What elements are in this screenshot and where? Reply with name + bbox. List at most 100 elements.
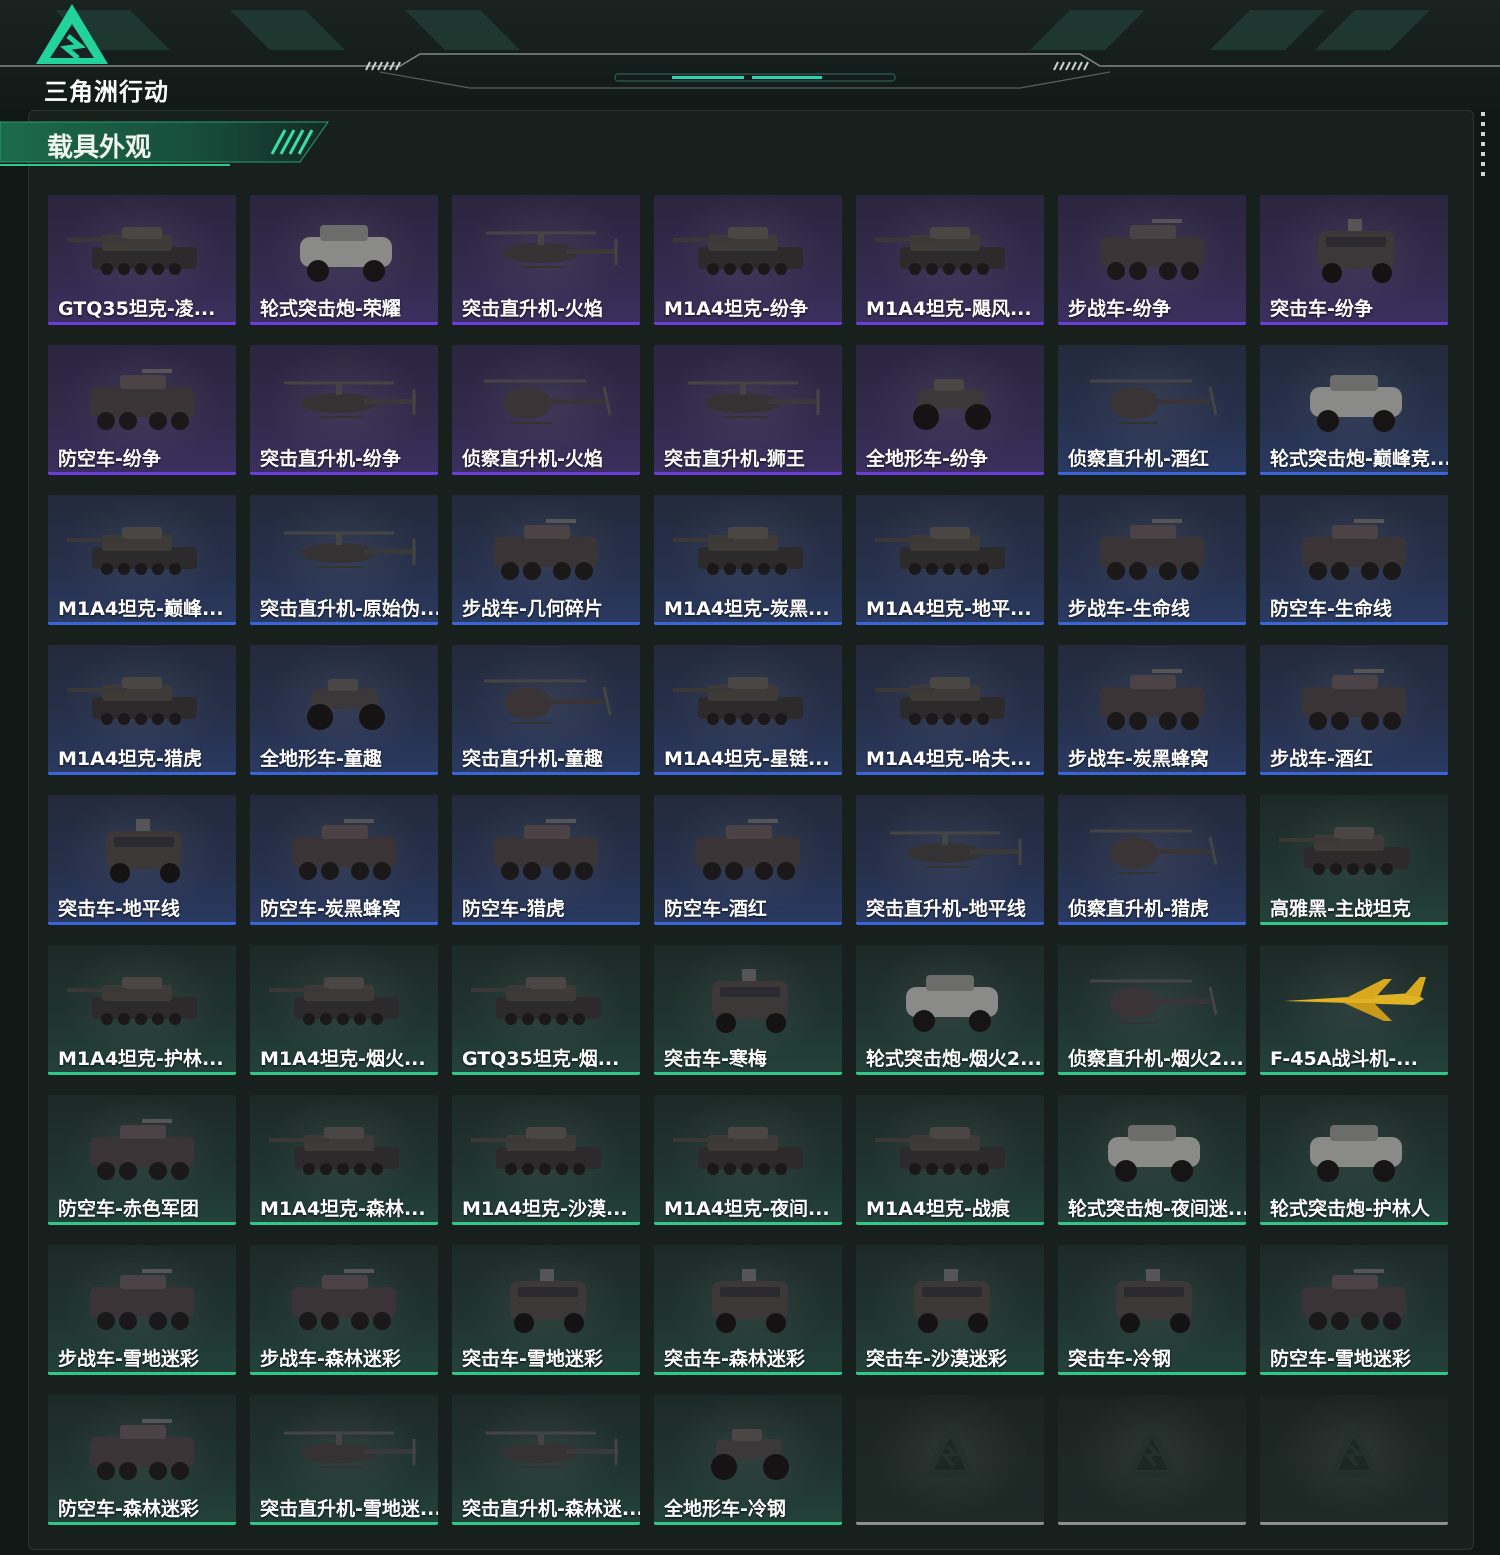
skin-card[interactable]: 防空车-炭黑蜂窝	[250, 795, 438, 925]
skin-name: M1A4坦克-纷争	[664, 298, 808, 320]
ifv-icon	[90, 1269, 194, 1330]
skin-card[interactable]: M1A4坦克-炭黑...	[654, 495, 842, 625]
skin-card[interactable]: 防空车-猎虎	[452, 795, 640, 925]
skin-card[interactable]: F-45A战斗机-...	[1260, 945, 1448, 1075]
skin-card[interactable]: GTQ35坦克-烟...	[452, 945, 640, 1075]
skin-card[interactable]: M1A4坦克-战痕	[856, 1095, 1044, 1225]
skin-card[interactable]: 突击车-地平线	[48, 795, 236, 925]
skin-card[interactable]: GTQ35坦克-凌...	[48, 195, 236, 325]
ifv-icon	[1100, 219, 1204, 280]
skin-card[interactable]: 突击直升机-森林迷...	[452, 1395, 640, 1525]
skin-name: F-45A战斗机-...	[1270, 1048, 1418, 1070]
skin-card[interactable]: 全地形车-童趣	[250, 645, 438, 775]
skin-card[interactable]: M1A4坦克-巅峰...	[48, 495, 236, 625]
ifv-icon	[90, 369, 194, 430]
skin-card[interactable]: 防空车-纷争	[48, 345, 236, 475]
scrollbar[interactable]	[1481, 112, 1485, 182]
skin-card[interactable]: 步战车-雪地迷彩	[48, 1245, 236, 1375]
scout-helicopter-icon	[1090, 379, 1218, 424]
skin-card[interactable]: 侦察直升机-酒红	[1058, 345, 1246, 475]
skin-card[interactable]: 全地形车-纷争	[856, 345, 1044, 475]
skin-card[interactable]: 防空车-森林迷彩	[48, 1395, 236, 1525]
tank-icon	[67, 227, 197, 275]
skin-name: GTQ35坦克-凌...	[58, 298, 216, 320]
ifv-icon	[494, 819, 598, 880]
skin-card[interactable]: M1A4坦克-星链...	[654, 645, 842, 775]
skin-card[interactable]: 全地形车-冷钢	[654, 1395, 842, 1525]
skin-name: 突击车-沙漠迷彩	[866, 1348, 1007, 1370]
skin-card[interactable]: M1A4坦克-护林...	[48, 945, 236, 1075]
skin-card[interactable]: 突击车-沙漠迷彩	[856, 1245, 1044, 1375]
skin-name: M1A4坦克-地平...	[866, 598, 1032, 620]
skin-card[interactable]: 突击车-寒梅	[654, 945, 842, 1075]
atv-icon	[307, 679, 385, 730]
skin-card[interactable]: 突击车-雪地迷彩	[452, 1245, 640, 1375]
skin-card[interactable]: 突击直升机-原始伪...	[250, 495, 438, 625]
armored-car-icon	[1310, 1125, 1402, 1182]
skin-card[interactable]: 步战车-几何碎片	[452, 495, 640, 625]
skin-card[interactable]: 侦察直升机-猎虎	[1058, 795, 1246, 925]
skin-card[interactable]: M1A4坦克-猎虎	[48, 645, 236, 775]
helicopter-icon	[890, 831, 1022, 868]
skin-card[interactable]: 突击直升机-童趣	[452, 645, 640, 775]
skin-card[interactable]: 步战车-炭黑蜂窝	[1058, 645, 1246, 775]
skin-name: 步战车-几何碎片	[462, 598, 603, 620]
skin-name: 防空车-猎虎	[462, 898, 565, 920]
skin-card[interactable]: M1A4坦克-夜间...	[654, 1095, 842, 1225]
skin-card[interactable]: 突击直升机-雪地迷...	[250, 1395, 438, 1525]
tank-icon	[67, 677, 197, 725]
skin-card[interactable]: M1A4坦克-地平...	[856, 495, 1044, 625]
skin-card[interactable]: 防空车-生命线	[1260, 495, 1448, 625]
skin-card[interactable]: 步战车-森林迷彩	[250, 1245, 438, 1375]
skin-card[interactable]: 轮式突击炮-烟火2...	[856, 945, 1044, 1075]
skin-card[interactable]: 防空车-赤色军团	[48, 1095, 236, 1225]
skin-card[interactable]: 步战车-生命线	[1058, 495, 1246, 625]
skin-name: 防空车-酒红	[664, 898, 767, 920]
skin-card[interactable]: M1A4坦克-森林...	[250, 1095, 438, 1225]
assault-car-icon	[106, 819, 182, 883]
skin-card[interactable]: 侦察直升机-烟火2...	[1058, 945, 1246, 1075]
skin-name: 突击车-冷钢	[1068, 1348, 1171, 1370]
skin-card[interactable]: 防空车-酒红	[654, 795, 842, 925]
skin-card[interactable]: 突击直升机-狮王	[654, 345, 842, 475]
skin-card[interactable]: 突击直升机-地平线	[856, 795, 1044, 925]
skin-name: 突击直升机-森林迷...	[462, 1498, 640, 1520]
ifv-icon	[292, 819, 396, 880]
empty-slot-logo-icon	[1124, 1422, 1180, 1478]
skin-name: M1A4坦克-烟火...	[260, 1048, 426, 1070]
helicopter-icon	[284, 531, 416, 568]
skin-card[interactable]: 侦察直升机-火焰	[452, 345, 640, 475]
skin-name: M1A4坦克-巅峰...	[58, 598, 224, 620]
skin-card[interactable]: 突击直升机-纷争	[250, 345, 438, 475]
skin-name: 步战车-生命线	[1068, 598, 1190, 620]
skin-name: 突击车-森林迷彩	[664, 1348, 805, 1370]
skin-card[interactable]: 步战车-酒红	[1260, 645, 1448, 775]
skin-name: 步战车-雪地迷彩	[58, 1348, 199, 1370]
skin-card[interactable]: M1A4坦克-纷争	[654, 195, 842, 325]
skin-card[interactable]: 高雅黑-主战坦克	[1260, 795, 1448, 925]
jet-icon	[1284, 977, 1426, 1021]
helicopter-icon	[486, 1431, 618, 1468]
skin-card[interactable]: 步战车-纷争	[1058, 195, 1246, 325]
armored-car-icon	[1108, 1125, 1200, 1182]
tank-icon	[269, 977, 399, 1025]
skin-card[interactable]: 轮式突击炮-夜间迷...	[1058, 1095, 1246, 1225]
skin-card[interactable]: 轮式突击炮-荣耀	[250, 195, 438, 325]
skin-card[interactable]: 突击直升机-火焰	[452, 195, 640, 325]
empty-skin-slot	[1260, 1395, 1448, 1525]
scout-helicopter-icon	[1090, 829, 1218, 874]
skin-name: 突击直升机-地平线	[866, 898, 1026, 920]
skin-card[interactable]: 轮式突击炮-巅峰竞...	[1260, 345, 1448, 475]
skin-card[interactable]: 防空车-雪地迷彩	[1260, 1245, 1448, 1375]
skin-card[interactable]: M1A4坦克-沙漠...	[452, 1095, 640, 1225]
skin-card[interactable]: M1A4坦克-哈夫...	[856, 645, 1044, 775]
skin-card[interactable]: 突击车-森林迷彩	[654, 1245, 842, 1375]
skin-card[interactable]: M1A4坦克-烟火...	[250, 945, 438, 1075]
skin-card[interactable]: M1A4坦克-飓风...	[856, 195, 1044, 325]
skin-name: M1A4坦克-森林...	[260, 1198, 426, 1220]
skin-card[interactable]: 轮式突击炮-护林人	[1260, 1095, 1448, 1225]
logo-text: 三角洲行动	[44, 78, 169, 106]
tank-icon	[471, 977, 601, 1025]
skin-card[interactable]: 突击车-冷钢	[1058, 1245, 1246, 1375]
skin-card[interactable]: 突击车-纷争	[1260, 195, 1448, 325]
